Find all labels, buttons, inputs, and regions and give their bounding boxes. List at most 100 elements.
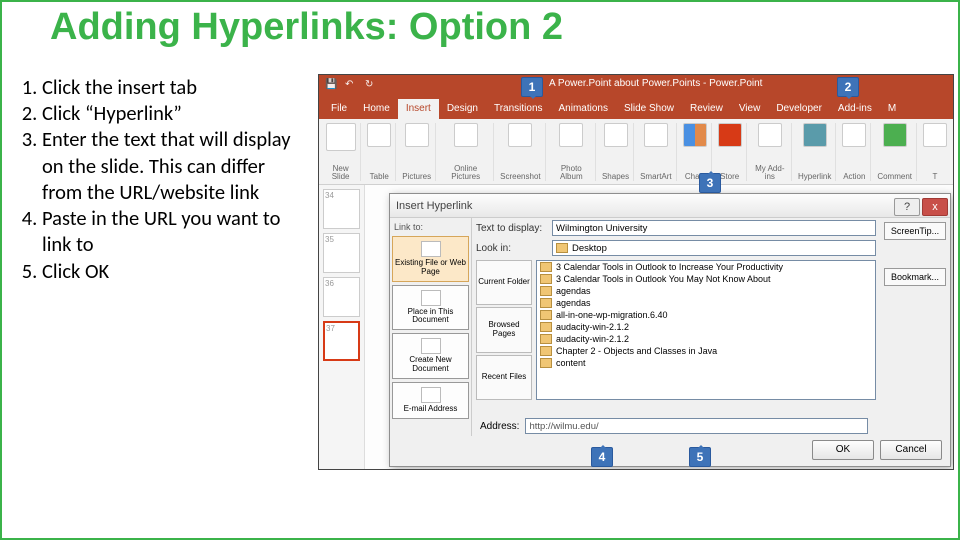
- folder-icon: [540, 262, 552, 272]
- close-button[interactable]: x: [922, 198, 948, 216]
- file-item[interactable]: Chapter 2 - Objects and Classes in Java: [537, 345, 875, 357]
- insert-hyperlink-dialog: Insert Hyperlink ? x Link to: Existing F…: [389, 193, 951, 467]
- ribbon-screenshot[interactable]: Screenshot: [496, 123, 545, 181]
- callout-4: 4: [591, 447, 613, 467]
- slide-thumb[interactable]: 34: [323, 189, 360, 229]
- slide-thumbnail-panel: 34 35 36 37: [319, 185, 365, 469]
- text-to-display-input[interactable]: [552, 220, 876, 236]
- linkto-existing-file[interactable]: Existing File or Web Page: [392, 236, 469, 282]
- folder-icon: [540, 298, 552, 308]
- window-title: A Power.Point about Power.Points - Power…: [549, 78, 762, 89]
- tab-addins[interactable]: Add-ins: [830, 99, 880, 119]
- ribbon-table[interactable]: Table: [363, 123, 396, 181]
- address-input[interactable]: [525, 418, 868, 434]
- callout-2: 2: [837, 77, 859, 97]
- ribbon-comment[interactable]: Comment: [873, 123, 917, 181]
- file-item[interactable]: 3 Calendar Tools in Outlook to Increase …: [537, 261, 875, 273]
- new-doc-icon: [421, 338, 441, 354]
- file-item[interactable]: agendas: [537, 297, 875, 309]
- pane-recent-files[interactable]: Recent Files: [476, 355, 532, 400]
- online-pictures-icon: [454, 123, 478, 147]
- linkto-place-in-doc[interactable]: Place in This Document: [392, 285, 469, 331]
- ribbon-shapes[interactable]: Shapes: [598, 123, 634, 181]
- file-item[interactable]: 3 Calendar Tools in Outlook You May Not …: [537, 273, 875, 285]
- ribbon-text[interactable]: T: [919, 123, 951, 181]
- addins-icon: [758, 123, 782, 147]
- ribbon-pictures[interactable]: Pictures: [398, 123, 436, 181]
- step-item: Enter the text that will display on the …: [42, 126, 308, 205]
- dialog-title-text: Insert Hyperlink: [396, 200, 472, 212]
- linkto-email[interactable]: E-mail Address: [392, 382, 469, 419]
- callout-3: 3: [699, 173, 721, 193]
- step-item: Click OK: [42, 258, 308, 284]
- ok-button[interactable]: OK: [812, 440, 874, 460]
- folder-icon: [556, 243, 568, 253]
- save-icon[interactable]: 💾: [325, 79, 339, 93]
- screenshot-icon: [508, 123, 532, 147]
- ribbon-smartart[interactable]: SmartArt: [636, 123, 677, 181]
- linkto-create-new[interactable]: Create New Document: [392, 333, 469, 379]
- step-item: Click “Hyperlink”: [42, 100, 308, 126]
- ribbon-photo-album[interactable]: Photo Album: [548, 123, 596, 181]
- action-icon: [842, 123, 866, 147]
- tab-transitions[interactable]: Transitions: [486, 99, 551, 119]
- ribbon-hyperlink[interactable]: Hyperlink: [794, 123, 836, 181]
- ribbon-action[interactable]: Action: [838, 123, 871, 181]
- callout-1: 1: [521, 77, 543, 97]
- slide-thumb[interactable]: 36: [323, 277, 360, 317]
- tab-slideshow[interactable]: Slide Show: [616, 99, 682, 119]
- file-list[interactable]: 3 Calendar Tools in Outlook to Increase …: [536, 260, 876, 400]
- file-item[interactable]: content: [537, 357, 875, 369]
- dialog-titlebar: Insert Hyperlink ? x: [390, 194, 950, 218]
- folder-icon: [540, 334, 552, 344]
- file-item[interactable]: audacity-win-2.1.2: [537, 333, 875, 345]
- tab-file[interactable]: File: [323, 99, 355, 119]
- document-icon: [421, 290, 441, 306]
- tab-animations[interactable]: Animations: [551, 99, 616, 119]
- ribbon-tabs: File Home Insert Design Transitions Anim…: [319, 97, 953, 119]
- instruction-steps: Click the insert tab Click “Hyperlink” E…: [12, 74, 308, 284]
- tab-design[interactable]: Design: [439, 99, 486, 119]
- ribbon-online-pictures[interactable]: Online Pictures: [438, 123, 494, 181]
- tab-insert[interactable]: Insert: [398, 99, 439, 119]
- dialog-right-buttons: ScreenTip... Bookmark...: [880, 218, 950, 436]
- tab-review[interactable]: Review: [682, 99, 731, 119]
- page-title: Adding Hyperlinks: Option 2: [50, 6, 563, 49]
- ribbon-new-slide[interactable]: New Slide: [321, 123, 361, 181]
- lookin-label: Look in:: [476, 243, 548, 254]
- cancel-button[interactable]: Cancel: [880, 440, 942, 460]
- slide-thumb-current[interactable]: 37: [323, 321, 360, 361]
- ribbon-insert: New Slide Table Pictures Online Pictures…: [319, 119, 953, 185]
- file-item[interactable]: audacity-win-2.1.2: [537, 321, 875, 333]
- tab-home[interactable]: Home: [355, 99, 398, 119]
- new-slide-icon: [326, 123, 356, 151]
- email-icon: [421, 387, 441, 403]
- tab-view[interactable]: View: [731, 99, 769, 119]
- pane-current-folder[interactable]: Current Folder: [476, 260, 532, 305]
- folder-icon: [540, 274, 552, 284]
- file-item[interactable]: agendas: [537, 285, 875, 297]
- undo-icon[interactable]: ↶: [345, 79, 359, 93]
- slide-thumb[interactable]: 35: [323, 233, 360, 273]
- redo-icon[interactable]: ↻: [365, 79, 379, 93]
- tab-more[interactable]: M: [880, 99, 904, 119]
- screenshot-powerpoint: 1 2 3 4 5 💾 ↶ ↻ A Power.Point about Powe…: [318, 74, 954, 470]
- callout-5: 5: [689, 447, 711, 467]
- photo-album-icon: [559, 123, 583, 147]
- linkto-panel: Link to: Existing File or Web Page Place…: [390, 218, 472, 436]
- ribbon-my-addins[interactable]: My Add-ins: [749, 123, 792, 181]
- linkto-label: Link to:: [394, 222, 469, 232]
- slide-frame: Adding Hyperlinks: Option 2 Click the in…: [0, 0, 960, 540]
- tab-developer[interactable]: Developer: [768, 99, 830, 119]
- smartart-icon: [644, 123, 668, 147]
- bookmark-button[interactable]: Bookmark...: [884, 268, 946, 286]
- help-button[interactable]: ?: [894, 198, 920, 216]
- steps-list: Click the insert tab Click “Hyperlink” E…: [12, 74, 308, 284]
- file-pane-tabs: Current Folder Browsed Pages Recent File…: [476, 260, 532, 400]
- lookin-dropdown[interactable]: Desktop: [552, 240, 876, 256]
- address-label: Address:: [480, 421, 519, 432]
- step-item: Paste in the URL you want to link to: [42, 205, 308, 257]
- file-item[interactable]: all-in-one-wp-migration.6.40: [537, 309, 875, 321]
- screentip-button[interactable]: ScreenTip...: [884, 222, 946, 240]
- pane-browsed-pages[interactable]: Browsed Pages: [476, 307, 532, 352]
